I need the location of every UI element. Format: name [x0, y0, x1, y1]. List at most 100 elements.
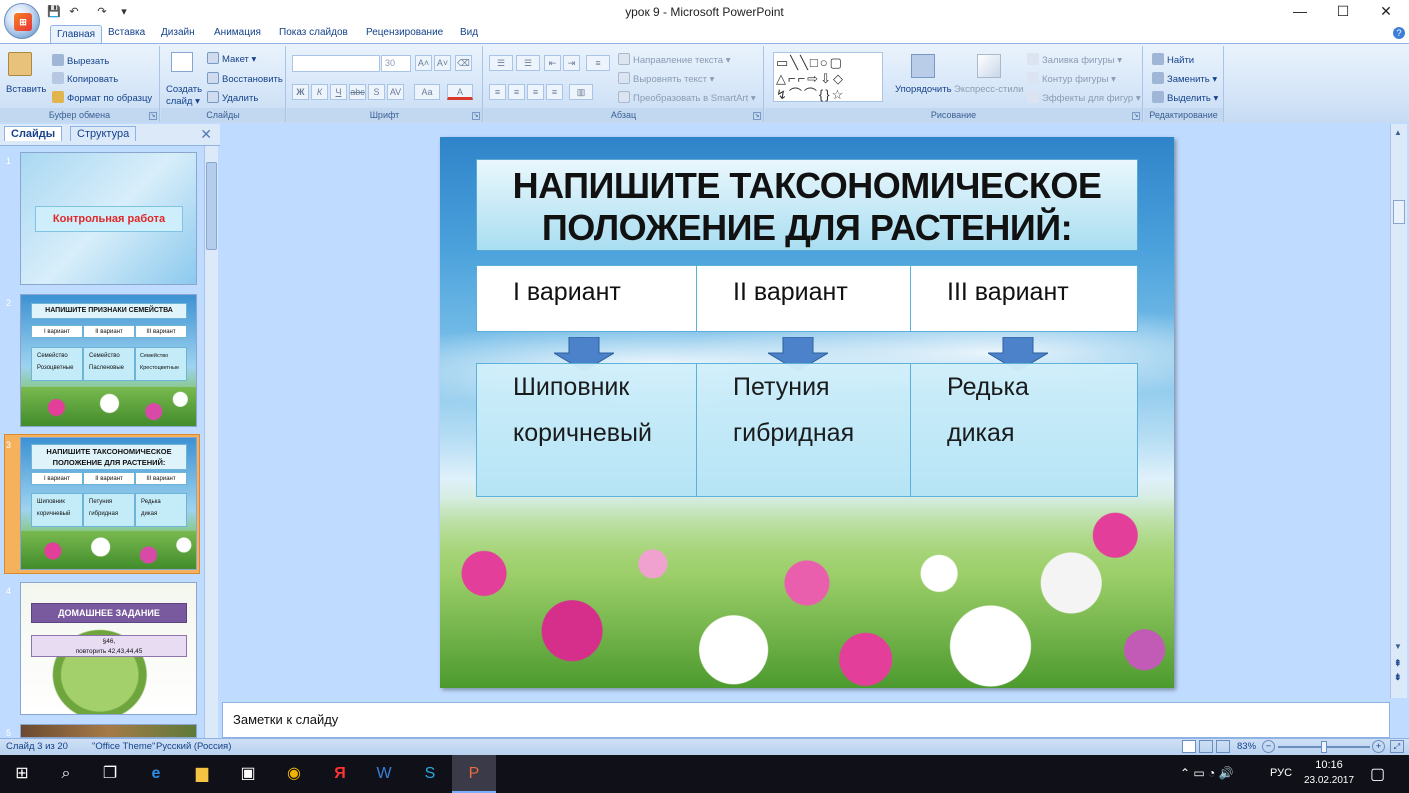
slide-canvas[interactable]: НАПИШИТЕ ТАКСОНОМИЧЕСКОЕ ПОЛОЖЕНИЕ ДЛЯ Р…	[440, 137, 1174, 688]
redo-icon[interactable]: ↷	[94, 4, 110, 20]
arrange-button[interactable]: Упорядочить	[895, 84, 952, 95]
paragraph-launcher-icon[interactable]: ↘	[753, 112, 761, 120]
delete-slide-button[interactable]: Удалить	[207, 91, 258, 104]
tab-slides[interactable]: Слайды	[4, 126, 63, 141]
tab-review[interactable]: Рецензирование	[360, 27, 449, 38]
tray-date[interactable]: 23.02.2017	[1300, 775, 1358, 786]
status-language[interactable]: Русский (Россия)	[156, 741, 231, 752]
shape-effects-button[interactable]: Эффекты для фигур ▾	[1027, 91, 1141, 104]
fit-window-icon[interactable]: ⤢	[1390, 740, 1404, 753]
qat-more-icon[interactable]: ▾	[116, 4, 132, 20]
status-theme[interactable]: "Office Theme"	[92, 741, 155, 752]
panel-scrollbar[interactable]	[204, 146, 218, 738]
minimize-button[interactable]: —	[1277, 0, 1323, 24]
indent-more-icon[interactable]: ⇥	[563, 55, 580, 71]
underline-icon[interactable]: Ч	[330, 84, 347, 100]
tray-language[interactable]: РУС	[1270, 767, 1292, 779]
replace-button[interactable]: Заменить ▾	[1152, 72, 1217, 85]
layout-button[interactable]: Макет ▾	[207, 52, 256, 65]
tray-icons[interactable]: ⌃ ▭ ◔ 🔊	[1180, 766, 1234, 780]
header-cell-1[interactable]: I вариант	[476, 265, 697, 332]
clipboard-launcher-icon[interactable]: ↘	[149, 112, 157, 120]
shape-outline-button[interactable]: Контур фигуры ▾	[1027, 72, 1116, 85]
editor-scroll-thumb[interactable]	[1393, 200, 1405, 224]
new-slide-dropdown[interactable]: слайд ▾	[166, 96, 200, 107]
sorter-view-icon[interactable]	[1199, 740, 1213, 753]
help-icon[interactable]: ?	[1393, 27, 1405, 39]
prev-slide-icon[interactable]: ⇞	[1394, 658, 1402, 669]
notes-pane[interactable]: Заметки к слайду	[222, 702, 1390, 738]
align-text-button[interactable]: Выровнять текст ▾	[618, 72, 714, 85]
strike-icon[interactable]: abc	[349, 84, 366, 100]
format-painter-button[interactable]: Формат по образцу	[52, 91, 152, 104]
font-name-combo[interactable]	[292, 55, 380, 72]
scroll-down-icon[interactable]: ▼	[1394, 642, 1402, 651]
indent-less-icon[interactable]: ⇤	[544, 55, 561, 71]
paste-button[interactable]: Вставить	[6, 84, 46, 95]
thumbnail-slide-3[interactable]: НАПИШИТЕ ТАКСОНОМИЧЕСКОЕ ПОЛОЖЕНИЕ ДЛЯ РА…	[20, 437, 197, 570]
task-view-icon[interactable]: ❐	[88, 755, 132, 793]
tab-animation[interactable]: Анимация	[208, 27, 267, 38]
align-right-icon[interactable]: ≡	[527, 84, 544, 100]
office-button[interactable]: ⊞	[4, 3, 40, 39]
close-button[interactable]: ✕	[1363, 0, 1409, 24]
body-cell-2[interactable]: Петуния гибридная	[696, 363, 911, 497]
store-icon[interactable]: ▣	[226, 755, 270, 793]
clear-format-icon[interactable]: ⌫	[455, 55, 472, 71]
bullets-icon[interactable]: ☰	[489, 55, 513, 71]
powerpoint-taskbar-icon[interactable]: P	[452, 755, 496, 793]
drawing-launcher-icon[interactable]: ↘	[1132, 112, 1140, 120]
editor-scrollbar[interactable]: ▲ ▼ ⇞ ⇟	[1390, 124, 1407, 698]
align-left-icon[interactable]: ≡	[489, 84, 506, 100]
body-cell-1[interactable]: Шиповник коричневый	[476, 363, 697, 497]
search-icon[interactable]: ⌕	[44, 755, 88, 793]
thumbnail-slide-5[interactable]	[20, 724, 197, 738]
windows-start-icon[interactable]: ⊞	[0, 755, 44, 793]
header-cell-3[interactable]: III вариант	[910, 265, 1138, 332]
tab-home[interactable]: Главная	[50, 25, 103, 44]
word-icon[interactable]: W	[362, 755, 406, 793]
undo-icon[interactable]: ↶	[66, 4, 82, 20]
font-size-combo[interactable]: 30	[381, 55, 411, 72]
notification-icon[interactable]: ▢	[1370, 764, 1385, 784]
zoom-slider[interactable]	[1278, 741, 1370, 753]
thumbnail-slide-1[interactable]: Контрольная работа	[20, 152, 197, 285]
close-panel-icon[interactable]: ✕	[200, 126, 212, 143]
thumbnail-slide-2[interactable]: НАПИШИТЕ ПРИЗНАКИ СЕМЕЙСТВА I вариант II…	[20, 294, 197, 427]
quick-styles-button[interactable]: Экспресс-стили	[954, 84, 1023, 95]
line-spacing-icon[interactable]: ≡	[586, 55, 610, 71]
select-button[interactable]: Выделить ▾	[1152, 91, 1218, 104]
spacing-icon[interactable]: AV	[387, 84, 404, 100]
case-icon[interactable]: Aa	[414, 84, 440, 100]
numbering-icon[interactable]: ☰	[516, 55, 540, 71]
skype-icon[interactable]: S	[408, 755, 452, 793]
shape-fill-button[interactable]: Заливка фигуры ▾	[1027, 53, 1122, 66]
shrink-font-icon[interactable]: A˅	[434, 55, 451, 71]
zoom-out-icon[interactable]: −	[1262, 740, 1275, 753]
body-cell-3[interactable]: Редька дикая	[910, 363, 1138, 497]
panel-scroll-thumb[interactable]	[206, 162, 217, 250]
shapes-gallery[interactable]: ▭╲╲□○▢ △⌐⌐⇨⇩◇ ↯⌒⌒{}☆	[773, 52, 883, 102]
align-center-icon[interactable]: ≡	[508, 84, 525, 100]
tab-insert[interactable]: Вставка	[102, 27, 151, 38]
tray-time[interactable]: 10:16	[1304, 759, 1354, 771]
scroll-up-icon[interactable]: ▲	[1394, 128, 1402, 137]
justify-icon[interactable]: ≡	[546, 84, 563, 100]
new-slide-button[interactable]: Создать	[166, 84, 202, 95]
text-direction-button[interactable]: Направление текста ▾	[618, 53, 730, 66]
tab-outline[interactable]: Структура	[70, 126, 137, 141]
tab-design[interactable]: Дизайн	[155, 27, 201, 38]
grow-font-icon[interactable]: A˄	[415, 55, 432, 71]
file-explorer-icon[interactable]: ▆	[180, 755, 224, 793]
thumbnail-slide-4[interactable]: ДОМАШНЕЕ ЗАДАНИЕ §46, повторить 42,43,44,…	[20, 582, 197, 715]
next-slide-icon[interactable]: ⇟	[1394, 672, 1402, 683]
shadow-icon[interactable]: S	[368, 84, 385, 100]
chrome-icon[interactable]: ◉	[272, 755, 316, 793]
slideshow-view-icon[interactable]	[1216, 740, 1230, 753]
find-button[interactable]: Найти	[1152, 53, 1194, 66]
cut-button[interactable]: Вырезать	[52, 54, 109, 67]
zoom-level[interactable]: 83%	[1237, 741, 1256, 752]
columns-icon[interactable]: ▥	[569, 84, 593, 100]
header-cell-2[interactable]: II вариант	[696, 265, 911, 332]
slide-title-box[interactable]: НАПИШИТЕ ТАКСОНОМИЧЕСКОЕ ПОЛОЖЕНИЕ ДЛЯ Р…	[476, 159, 1138, 251]
